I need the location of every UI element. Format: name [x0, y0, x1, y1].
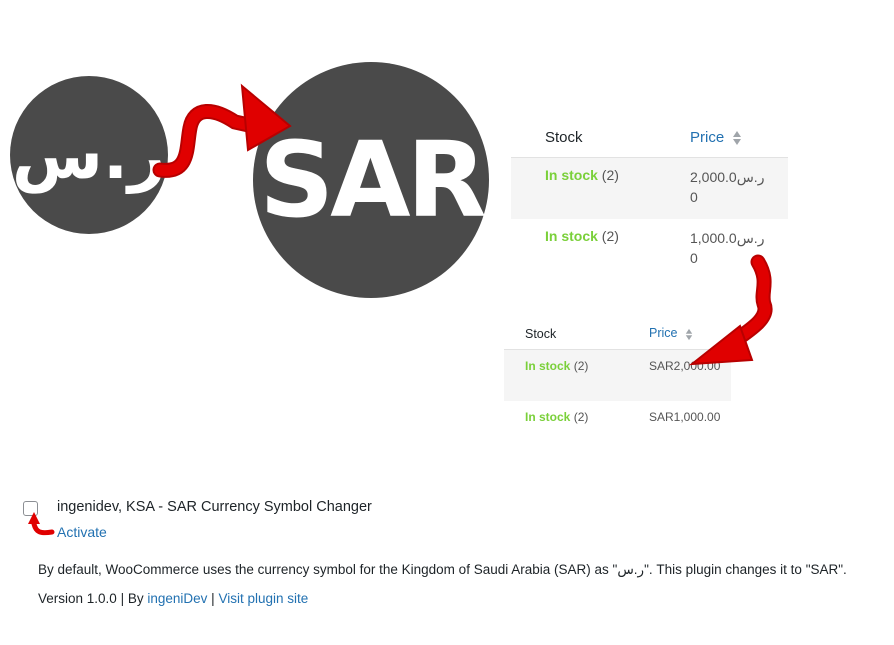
- plugin-version: Version 1.0.0: [38, 591, 117, 606]
- visit-plugin-site-link[interactable]: Visit plugin site: [218, 591, 308, 606]
- stock-status: In stock: [545, 167, 598, 183]
- plugin-meta: Version 1.0.0 | By ingeniDev | Visit plu…: [38, 591, 308, 606]
- price-value: SAR1,000.00: [649, 409, 721, 424]
- price-value: ر.س1,000.0: [690, 229, 765, 246]
- sort-icon: [733, 130, 742, 145]
- old-currency-symbol-logo: ر.س: [10, 76, 168, 234]
- stock-status: In stock: [525, 409, 571, 424]
- old-symbol-text: ر.س: [11, 116, 167, 194]
- plugin-description: By default, WooCommerce uses the currenc…: [38, 562, 847, 577]
- price-header-label[interactable]: Price: [690, 129, 724, 146]
- curved-arrow-icon: [152, 83, 292, 178]
- author-link[interactable]: ingeniDev: [147, 591, 207, 606]
- curved-arrow-icon: [688, 254, 773, 366]
- price-header-label[interactable]: Price: [649, 326, 677, 340]
- price-value-wrap: 0: [690, 189, 698, 205]
- stock-column-header: Stock: [511, 118, 690, 158]
- stock-status: In stock: [525, 359, 571, 373]
- stock-count: (2): [573, 409, 589, 424]
- table-row: In stock (2) SAR1,000.00: [504, 401, 731, 453]
- price-value: ر.س2,000.0: [690, 169, 765, 185]
- table-row: In stock (2) ر.س2,000.0 0: [511, 157, 788, 219]
- stock-column-header: Stock: [504, 318, 649, 350]
- plugin-name: ingenidev, KSA - SAR Currency Symbol Cha…: [57, 499, 372, 515]
- stock-count: (2): [573, 359, 589, 373]
- stock-count: (2): [601, 227, 619, 244]
- stock-status: In stock: [545, 227, 598, 244]
- new-symbol-text: SAR: [259, 119, 486, 241]
- meta-separator: |: [211, 591, 215, 606]
- by-label: | By: [120, 591, 144, 606]
- price-column-header[interactable]: Price: [690, 118, 788, 158]
- activate-link[interactable]: Activate: [57, 524, 107, 540]
- curved-arrow-icon: [28, 512, 55, 536]
- stock-count: (2): [601, 167, 619, 183]
